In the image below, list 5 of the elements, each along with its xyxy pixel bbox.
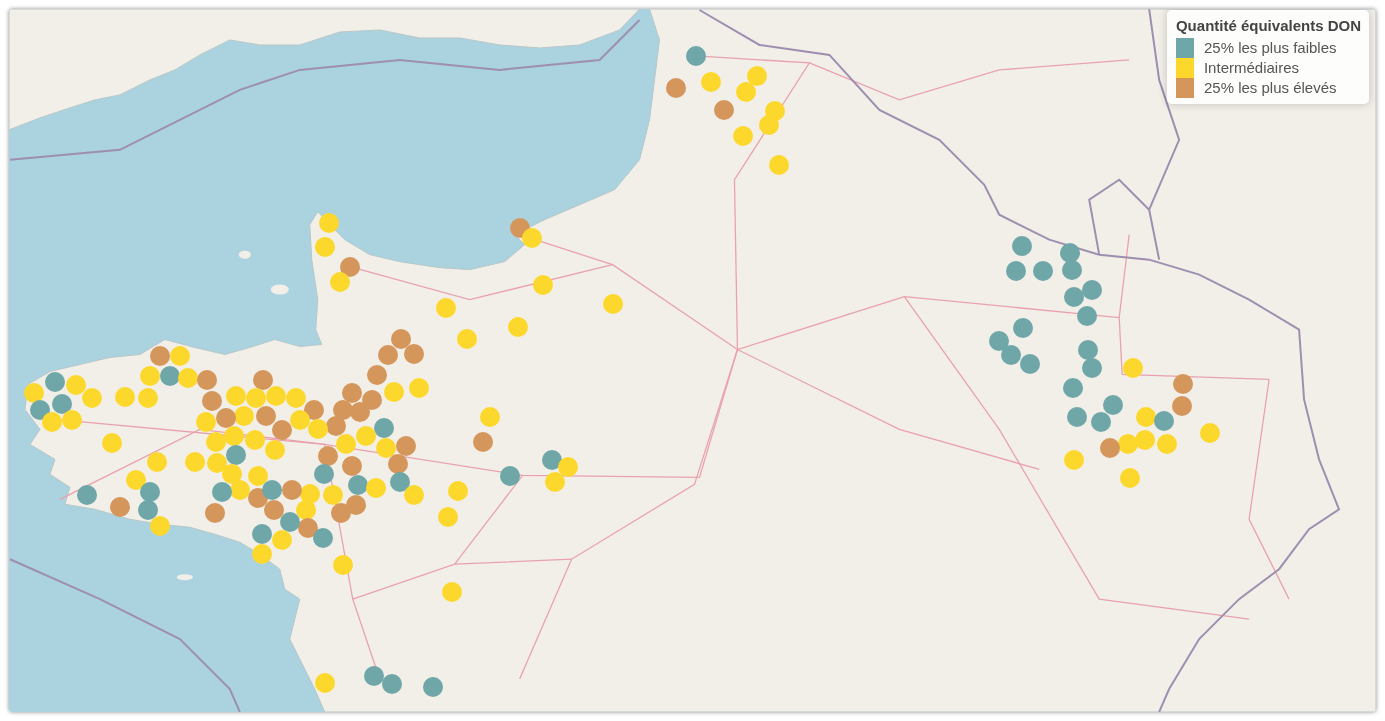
legend-label: Intermédiaires: [1203, 58, 1299, 78]
legend-label: 25% les plus faibles: [1203, 38, 1337, 58]
map-marker-icon[interactable]: [280, 512, 300, 532]
legend-title: Quantité équivalents DON: [1175, 16, 1361, 36]
legend-label: 25% les plus élevés: [1203, 78, 1337, 98]
